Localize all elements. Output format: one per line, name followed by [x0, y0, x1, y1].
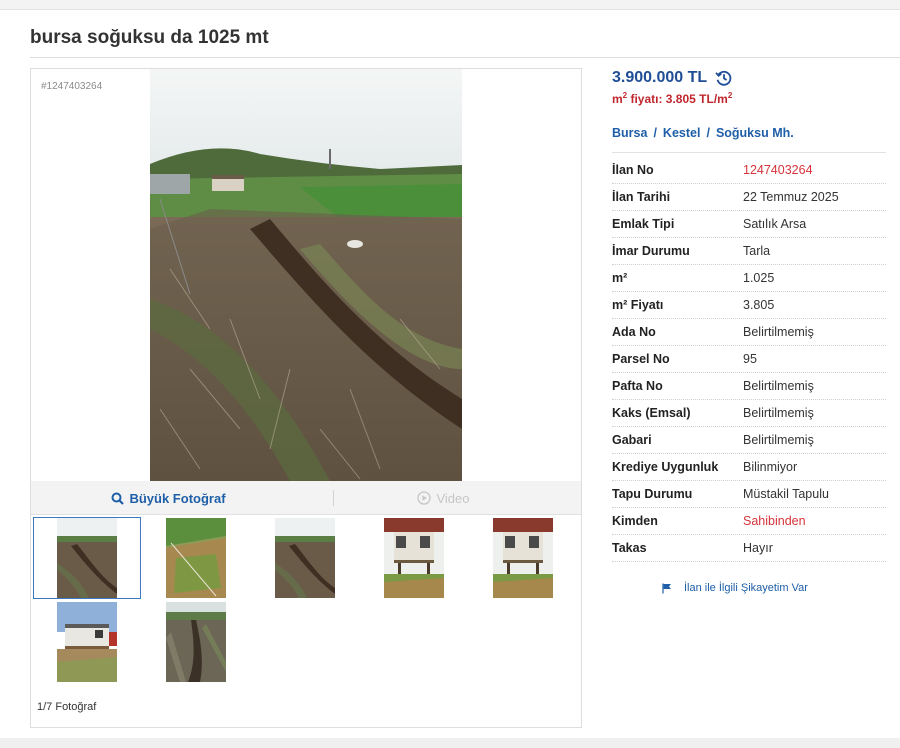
main-photo-image	[150, 69, 462, 481]
unit-price: m2 fiyatı: 3.805 TL/m2	[612, 91, 732, 106]
detail-row: Ada No Belirtilmemiş	[612, 319, 886, 346]
thumbnail-2[interactable]	[142, 517, 250, 599]
thumbnail-image	[166, 518, 226, 598]
listing-id-tag: #1247403264	[41, 81, 103, 92]
detail-value: Belirtilmemiş	[743, 379, 814, 393]
unit-price-sup2: 2	[727, 91, 733, 100]
detail-row: İlan Tarihi 22 Temmuz 2025	[612, 184, 886, 211]
title-divider	[30, 57, 900, 58]
detail-label: Ada No	[612, 325, 656, 339]
footer-strip	[0, 738, 900, 748]
video-label: Video	[436, 490, 470, 506]
price: 3.900.000 TL	[612, 69, 733, 87]
detail-row: Pafta No Belirtilmemiş	[612, 373, 886, 400]
thumbnail-image	[384, 518, 444, 598]
thumbnail-image	[57, 518, 117, 598]
detail-label: Parsel No	[612, 352, 670, 366]
detail-label: Tapu Durumu	[612, 487, 693, 501]
history-icon[interactable]	[715, 69, 733, 87]
detail-value: Sahibinden	[743, 514, 806, 528]
location-neighborhood[interactable]: Soğuksu Mh.	[716, 126, 794, 140]
big-photo-label: Büyük Fotoğraf	[129, 490, 226, 506]
detail-label: m²	[612, 271, 628, 285]
detail-row: Kaks (Emsal) Belirtilmemiş	[612, 400, 886, 427]
detail-label: İmar Durumu	[612, 244, 690, 258]
top-breadcrumb-strip	[0, 0, 900, 10]
detail-row: Tapu Durumu Müstakil Tapulu	[612, 481, 886, 508]
detail-label: Krediye Uygunluk	[612, 460, 719, 474]
detail-value: Bilinmiyor	[743, 460, 798, 474]
detail-value: Satılık Arsa	[743, 217, 807, 231]
photo-gallery: #1247403264 Büyük Fotoğraf Video 1/7 Fot…	[30, 68, 582, 728]
detail-label: m² Fiyatı	[612, 298, 664, 312]
page-title: bursa soğuksu da 1025 mt	[30, 27, 269, 48]
detail-value: Belirtilmemiş	[743, 325, 814, 339]
unit-price-prefix: m	[612, 92, 623, 106]
location-district[interactable]: Kestel	[663, 126, 701, 140]
thumbnail-4[interactable]	[360, 517, 468, 599]
detail-row: m² Fiyatı 3.805	[612, 292, 886, 319]
location-city[interactable]: Bursa	[612, 126, 647, 140]
photo-count: 1/7 Fotoğraf	[37, 701, 97, 713]
detail-row: Emlak Tipi Satılık Arsa	[612, 211, 886, 238]
detail-value: 22 Temmuz 2025	[743, 190, 839, 204]
detail-value: 1.025	[743, 271, 775, 285]
detail-value: 1247403264	[743, 163, 813, 177]
location-separator: /	[706, 126, 710, 140]
unit-price-text: fiyatı: 3.805 TL/m	[627, 92, 728, 106]
detail-row: İlan No 1247403264	[612, 157, 886, 184]
detail-value: Tarla	[743, 244, 771, 258]
detail-row: Kimden Sahibinden	[612, 508, 886, 535]
thumbnail-1[interactable]	[33, 517, 141, 599]
detail-value: Hayır	[743, 541, 773, 555]
search-icon	[111, 492, 125, 505]
play-icon	[417, 491, 432, 505]
detail-row: Gabari Belirtilmemiş	[612, 427, 886, 454]
flag-icon	[662, 583, 672, 594]
detail-row: m² 1.025	[612, 265, 886, 292]
detail-value: Belirtilmemiş	[743, 433, 814, 447]
main-photo[interactable]	[150, 69, 462, 481]
listing-details-table: İlan No 1247403264 İlan Tarihi 22 Temmuz 20…	[612, 157, 886, 562]
detail-label: Gabari	[612, 433, 652, 447]
location-separator: /	[653, 126, 657, 140]
detail-value: 95	[743, 352, 757, 366]
thumbnail-image	[275, 518, 335, 598]
detail-label: Kimden	[612, 514, 658, 528]
video-button[interactable]: Video	[306, 481, 581, 515]
complaint-label: İlan ile İlgili Şikayetim Var	[684, 582, 808, 594]
detail-row: Krediye Uygunluk Bilinmiyor	[612, 454, 886, 481]
detail-value: Belirtilmemiş	[743, 406, 814, 420]
detail-row: Takas Hayır	[612, 535, 886, 562]
thumbnail-7[interactable]	[142, 601, 250, 683]
thumbnail-image	[57, 602, 117, 682]
detail-label: Pafta No	[612, 379, 663, 393]
detail-row: Parsel No 95	[612, 346, 886, 373]
detail-row: İmar Durumu Tarla	[612, 238, 886, 265]
location-divider	[612, 152, 886, 153]
complaint-link[interactable]: İlan ile İlgili Şikayetim Var	[662, 582, 808, 594]
thumbnail-5[interactable]	[469, 517, 577, 599]
thumbnail-image	[166, 602, 226, 682]
detail-label: Takas	[612, 541, 647, 555]
detail-label: İlan Tarihi	[612, 190, 671, 204]
big-photo-button[interactable]: Büyük Fotoğraf	[31, 481, 306, 515]
location-breadcrumb: Bursa / Kestel / Soğuksu Mh.	[612, 126, 794, 140]
media-tabs: Büyük Fotoğraf Video	[31, 481, 581, 515]
detail-label: Emlak Tipi	[612, 217, 675, 231]
detail-label: İlan No	[612, 163, 654, 177]
price-value: 3.900.000 TL	[612, 69, 708, 86]
detail-value: Müstakil Tapulu	[743, 487, 829, 501]
detail-value: 3.805	[743, 298, 775, 312]
thumbnail-3[interactable]	[251, 517, 359, 599]
thumbnail-6[interactable]	[33, 601, 141, 683]
detail-label: Kaks (Emsal)	[612, 406, 691, 420]
thumbnail-image	[493, 518, 553, 598]
